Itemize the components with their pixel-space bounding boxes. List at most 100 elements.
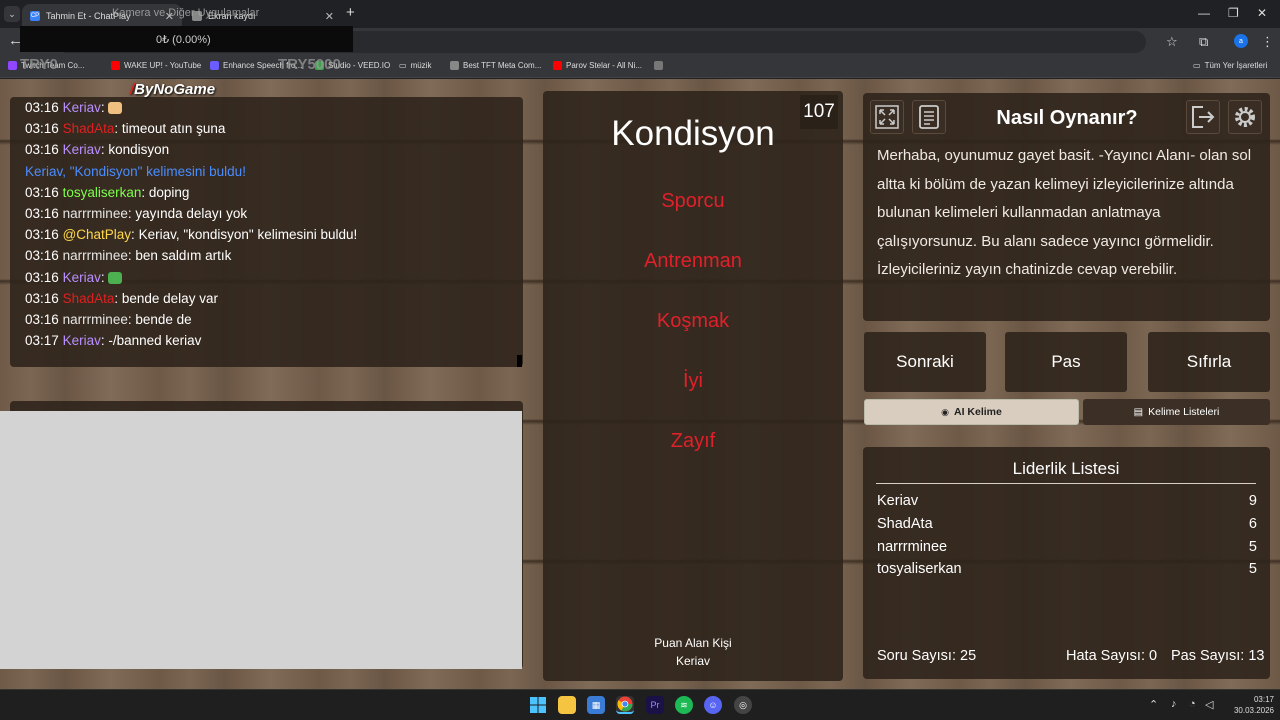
bookmark-label: Best TFT Meta Com... — [463, 61, 542, 70]
chat-message: 03:16 Keriav: — [25, 270, 123, 285]
chat-username[interactable]: narrrminee — [63, 248, 128, 263]
bookmark-label: Parov Stelar - All Ni... — [566, 61, 643, 70]
taboo-word: Koşmak — [656, 310, 730, 332]
main-word: Kondisyon — [611, 114, 775, 153]
adobe-podcast-icon — [210, 61, 219, 70]
system-clock[interactable]: 03:17 30.03.2026 — [1222, 694, 1274, 716]
volume-icon[interactable]: ◁ — [1205, 698, 1213, 711]
taboo-word: Antrenman — [644, 250, 742, 272]
chat-username[interactable]: @ChatPlay — [63, 227, 131, 242]
pass-count: Pas Sayısı: 13 — [1171, 648, 1265, 664]
new-tab-button[interactable]: + — [346, 4, 355, 21]
chat-username[interactable]: Keriav — [63, 270, 101, 285]
profile-avatar[interactable]: a — [1234, 34, 1248, 48]
chat-time: 03:16 — [25, 312, 59, 327]
logout-icon[interactable] — [1186, 100, 1220, 134]
chat-text: kondisyon — [108, 142, 170, 158]
reset-button[interactable]: Sıfırla — [1148, 332, 1270, 392]
windows-start-icon[interactable] — [529, 696, 547, 714]
leaderboard-row: ShadAta 6 — [877, 516, 1257, 532]
chat-username[interactable]: Keriav — [63, 142, 101, 157]
emote-icon — [108, 272, 123, 285]
bynogame-logo: /ByNoGame — [130, 81, 216, 98]
chat-username[interactable]: narrrminee — [63, 312, 128, 327]
chat-message: 03:16 tosyaliserkan: doping — [25, 185, 189, 200]
chat-time: 03:16 — [25, 206, 59, 221]
chat-text: bende delay var — [121, 290, 218, 306]
network-icon[interactable]: ◔ — [1189, 698, 1196, 710]
file-explorer-icon[interactable] — [558, 696, 576, 714]
player-name: tosyaliserkan — [877, 561, 962, 577]
how-to-text: Merhaba, oyunumuz gayet basit. -Yayıncı … — [877, 147, 1252, 278]
bookmark-folder[interactable]: ▭ müzik — [399, 61, 431, 70]
stream-goal-left: TRY0 — [20, 56, 58, 73]
spotify-icon[interactable]: ≋ — [675, 696, 693, 714]
ai-word-label: AI Kelime — [954, 406, 1002, 418]
obs-icon[interactable]: ◎ — [734, 696, 752, 714]
chat-username[interactable]: Keriav — [63, 100, 101, 115]
chat-message: 03:16 Keriav: — [25, 100, 123, 115]
clock-date: 30.03.2026 — [1233, 706, 1274, 715]
discord-icon[interactable]: ☺ — [704, 696, 722, 714]
chat-text: -/banned keriav — [108, 333, 202, 349]
player-score: 5 — [1248, 539, 1257, 555]
chat-text: yayında delayı yok — [135, 206, 248, 221]
word-lists-button[interactable]: ▤ Kelime Listeleri — [1083, 399, 1270, 425]
tab-search-button[interactable]: ⌄ — [4, 6, 20, 22]
chat-username[interactable]: Keriav — [63, 333, 101, 348]
chat-username[interactable]: ShadAta — [63, 121, 115, 136]
chat-text: bende de — [135, 312, 192, 327]
menu-kebab-icon[interactable]: ⋮ — [1261, 34, 1274, 50]
chat-text: Keriav, "kondisyon" kelimesini buldu! — [138, 227, 358, 243]
chat-message: Keriav, "Kondisyon" kelimesini buldu! — [25, 164, 246, 179]
chat-message: 03:16 narrrminee: bende de — [25, 312, 192, 327]
chrome-icon[interactable] — [616, 696, 634, 714]
restore-icon[interactable]: ❐ — [1228, 6, 1239, 20]
chat-time: 03:16 — [25, 248, 59, 264]
tray-chevron-icon[interactable]: ⌃ — [1149, 698, 1158, 711]
chat-separator: : — [114, 290, 122, 306]
chat-username[interactable]: ShadAta — [63, 291, 115, 306]
close-window-icon[interactable]: ✕ — [1257, 6, 1267, 20]
chat-message: 03:16 ShadAta: timeout atın şuna — [25, 121, 225, 136]
bookmark-item[interactable]: Best TFT Meta Com... — [450, 61, 541, 70]
pass-button[interactable]: Pas — [1005, 332, 1127, 392]
bookmark-star-icon[interactable]: ☆ — [1166, 34, 1178, 50]
next-button[interactable]: Sonraki — [864, 332, 986, 392]
player-name: Keriav — [877, 493, 919, 509]
player-name: narrrminee — [877, 539, 948, 555]
donation-amount: 0₺ (0.00%) — [156, 33, 211, 46]
stream-goal-right: TRY5000 — [278, 56, 341, 73]
bookmark-item[interactable]: WAKE UP! - YouTube — [111, 61, 201, 70]
chat-time: 03:16 — [25, 290, 59, 306]
leaderboard-row: tosyaliserkan 5 — [877, 561, 1257, 577]
ai-word-button[interactable]: ◉ AI Kelime — [864, 399, 1079, 425]
store-icon[interactable]: ▦ — [587, 696, 605, 714]
bookmarks-bar: Twitch Team Co... WAKE UP! - YouTube Enh… — [0, 56, 1280, 78]
chat-message: 03:16 narrrminee: yayında delayı yok — [25, 206, 247, 221]
all-bookmarks[interactable]: ▭ Tüm Yer İşaretleri — [1193, 61, 1267, 70]
tft-icon — [450, 61, 459, 70]
settings-gear-icon[interactable] — [1228, 100, 1262, 134]
bookmark-item[interactable] — [654, 61, 663, 70]
youtube-icon — [553, 61, 562, 70]
premiere-pro-icon[interactable]: Pr — [646, 696, 664, 714]
bookmark-item[interactable]: Parov Stelar - All Ni... — [553, 61, 642, 70]
word-lists-label: Kelime Listeleri — [1148, 406, 1220, 418]
bookmark-favicon-icon — [654, 61, 663, 70]
close-tab-icon[interactable]: ✕ — [325, 10, 334, 23]
extensions-icon[interactable]: ⧉ — [1199, 34, 1208, 50]
chat-username[interactable]: narrrminee — [63, 206, 128, 221]
fullscreen-icon[interactable] — [870, 100, 904, 134]
chat-scrollbar[interactable] — [517, 355, 522, 367]
minimize-icon[interactable]: — — [1198, 6, 1210, 20]
chat-text: ben saldım artık — [135, 248, 232, 264]
chat-username[interactable]: tosyaliserkan — [63, 185, 142, 200]
chat-message: 03:16 Keriav: kondisyon — [25, 142, 169, 157]
microphone-icon[interactable]: ♪ — [1171, 698, 1177, 710]
scorer-label: Puan Alan Kişi — [654, 636, 732, 650]
chat-text: doping — [148, 184, 190, 200]
bookmark-label: WAKE UP! - YouTube — [124, 61, 202, 70]
chat-separator: : — [131, 227, 139, 243]
donation-overlay: 0₺ (0.00%) — [20, 26, 353, 52]
